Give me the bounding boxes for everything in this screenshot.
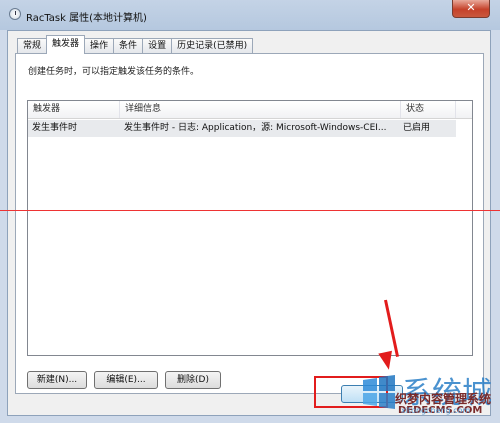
row-details: 发生事件时 - 日志: Application，源: Microsoft-Win…	[124, 123, 387, 133]
tab-actions[interactable]: 操作	[84, 38, 115, 54]
title-bar[interactable]: RacTask 属性(本地计算机) ✕	[0, 0, 500, 30]
table-row[interactable]: 发生事件时 发生事件时 - 日志: Application，源: Microso…	[28, 120, 456, 137]
tab-triggers[interactable]: 触发器	[46, 35, 86, 54]
watermark-site: xitongcheng.com	[401, 406, 471, 415]
new-button[interactable]: 新建(N)...	[27, 371, 87, 389]
windows-logo-icon	[363, 375, 395, 409]
annotation-line	[0, 210, 500, 211]
edit-button[interactable]: 编辑(E)...	[94, 371, 158, 389]
tab-strip: 常规 触发器 操作 条件 设置 历史记录(已禁用)	[17, 35, 254, 54]
column-status[interactable]: 状态	[401, 101, 456, 118]
column-details[interactable]: 详细信息	[120, 101, 401, 118]
delete-button[interactable]: 删除(D)	[165, 371, 221, 389]
window-title: RacTask 属性(本地计算机)	[26, 13, 147, 24]
trigger-list[interactable]: 触发器 详细信息 状态 发生事件时 发生事件时 - 日志: Applicatio…	[27, 100, 473, 356]
list-header: 触发器 详细信息 状态	[28, 101, 472, 119]
clock-icon	[9, 8, 21, 20]
client-area: 常规 触发器 操作 条件 设置 历史记录(已禁用) 创建任务时，可以指定触发该任…	[7, 30, 491, 416]
dialog-window: RacTask 属性(本地计算机) ✕ 常规 触发器 操作 条件 设置 历史记录…	[0, 0, 500, 423]
close-button[interactable]: ✕	[452, 0, 490, 18]
triggers-panel: 创建任务时，可以指定触发该任务的条件。 触发器 详细信息 状态 发生事件时 发生…	[15, 53, 484, 394]
tab-history[interactable]: 历史记录(已禁用)	[171, 38, 254, 54]
panel-description: 创建任务时，可以指定触发该任务的条件。	[28, 67, 200, 77]
row-status: 已启用	[403, 123, 431, 133]
row-trigger: 发生事件时	[32, 123, 78, 133]
tab-general[interactable]: 常规	[17, 38, 48, 54]
tab-conditions[interactable]: 条件	[113, 38, 144, 54]
tab-settings[interactable]: 设置	[142, 38, 173, 54]
column-trigger[interactable]: 触发器	[28, 101, 120, 118]
